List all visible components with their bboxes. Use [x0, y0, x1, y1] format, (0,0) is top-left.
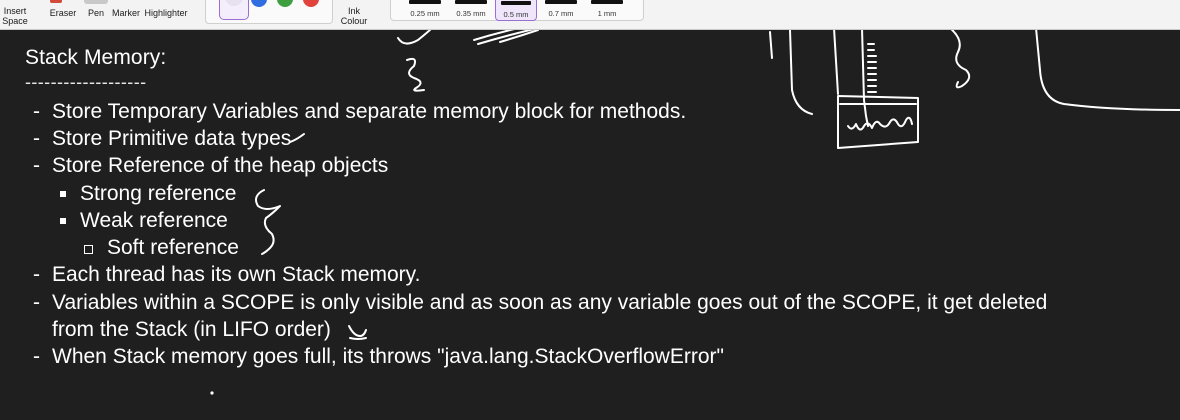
- list-item-continuation: from the Stack (in LIFO order): [52, 318, 331, 341]
- list-item: Store Primitive data types: [52, 127, 292, 150]
- bullet-dash: -: [33, 100, 40, 123]
- pen-icon: [84, 0, 108, 4]
- heading-underline: -------------------: [25, 72, 147, 92]
- ribbon-toolbar: Insert Space Eraser Pen Marker Highlight…: [0, 0, 1180, 30]
- ink-checkmark: [348, 325, 367, 340]
- ink-colour-button[interactable]: Ink Colour: [336, 0, 372, 29]
- marker-button[interactable]: Marker: [111, 0, 141, 29]
- thickness-picker: 0.25 mm 0.35 mm 0.5 mm 0.7 mm 1 mm: [390, 0, 644, 21]
- ink-colour-palette: [205, 0, 333, 24]
- bullet-hollow-square: [84, 245, 93, 254]
- list-item: When Stack memory goes full, its throws …: [52, 345, 724, 368]
- thickness-label: 0.25 mm: [410, 9, 440, 18]
- eraser-button[interactable]: Eraser: [46, 0, 80, 29]
- colour-swatch-selected[interactable]: [219, 0, 249, 20]
- list-item: Variables within a SCOPE is only visible…: [52, 291, 1048, 314]
- colour-swatch-red[interactable]: [303, 0, 319, 7]
- ink-checkmark: [289, 133, 305, 143]
- ink-scribble: [397, 30, 432, 45]
- thickness-label: 0.35 mm: [456, 9, 486, 18]
- list-subitem: Strong reference: [80, 182, 237, 205]
- thickness-bar: [501, 1, 531, 5]
- bullet-dash: -: [33, 127, 40, 150]
- highlighter-label: Highlighter: [144, 8, 188, 18]
- thickness-bar: [545, 0, 577, 4]
- thickness-bar: [409, 0, 441, 4]
- thickness-bar: [591, 0, 623, 4]
- list-subsubitem: Soft reference: [107, 236, 239, 259]
- ink-brace: [950, 30, 971, 89]
- ink-stack-label: [847, 116, 913, 131]
- list-item: Each thread has its own Stack memory.: [52, 263, 421, 286]
- colour-swatch-green[interactable]: [277, 0, 293, 7]
- thickness-label: 1 mm: [597, 9, 617, 18]
- colour-swatch-blue[interactable]: [251, 0, 267, 7]
- thickness-option[interactable]: 0.7 mm: [540, 0, 582, 21]
- bullet-dash: -: [33, 263, 40, 286]
- insert-space-button[interactable]: Insert Space: [2, 0, 28, 29]
- thickness-option[interactable]: 0.35 mm: [450, 0, 492, 21]
- eraser-label: Eraser: [49, 8, 77, 18]
- bullet-square: [60, 191, 66, 197]
- ink-brace: [255, 189, 281, 255]
- bullet-dash: -: [33, 154, 40, 177]
- ink-dot: [210, 391, 214, 395]
- thickness-option[interactable]: 1 mm: [586, 0, 628, 21]
- note-heading: Stack Memory:: [25, 46, 167, 69]
- ink-colour-label: Ink Colour: [340, 6, 368, 26]
- insert-space-label: Insert Space: [2, 6, 28, 26]
- list-item: Store Reference of the heap objects: [52, 154, 389, 177]
- list-subitem: Weak reference: [80, 209, 228, 232]
- ink-stack-ticks: [867, 43, 877, 93]
- note-canvas[interactable]: Stack Memory: ------------------- - Stor…: [0, 30, 1180, 420]
- pen-label: Pen: [87, 8, 104, 18]
- marker-label: Marker: [111, 8, 140, 18]
- list-item: Store Temporary Variables and separate m…: [52, 100, 687, 123]
- ink-scribble: [406, 57, 425, 92]
- ink-heap-outline: [1035, 30, 1180, 111]
- highlighter-button[interactable]: Highlighter: [143, 0, 189, 29]
- ink-stack-frame: [769, 30, 839, 115]
- thickness-label: 0.5 mm: [503, 10, 529, 19]
- thickness-bar: [455, 0, 487, 4]
- thickness-option[interactable]: 0.25 mm: [404, 0, 446, 21]
- eraser-icon: [50, 0, 62, 3]
- bullet-square: [60, 218, 66, 224]
- thickness-label: 0.7 mm: [548, 9, 574, 18]
- thickness-option-selected[interactable]: 0.5 mm: [495, 0, 537, 21]
- ink-scribble: [473, 30, 539, 45]
- bullet-dash: -: [33, 291, 40, 314]
- bullet-dash: -: [33, 345, 40, 368]
- pen-button[interactable]: Pen: [84, 0, 108, 29]
- selected-colour-dot: [225, 0, 243, 6]
